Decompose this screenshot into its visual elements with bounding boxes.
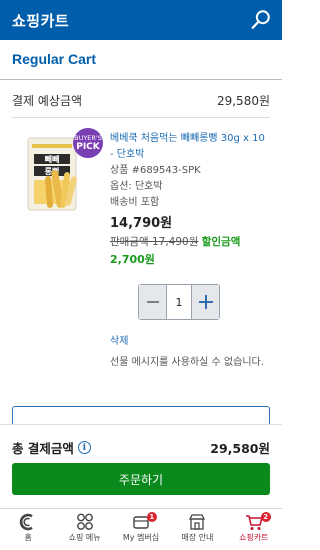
quantity-stepper: 1 bbox=[138, 284, 220, 320]
discount-amount: 2,700원 bbox=[110, 253, 155, 266]
tab-store-info[interactable]: 매장 안내 bbox=[169, 509, 225, 550]
badge-text-bottom: PICK bbox=[76, 142, 101, 152]
product-info: 베베쿡 처음먹는 빼빼롱뻥 30g x 10 - 단호박 상품 #689543-… bbox=[110, 131, 270, 269]
package-text-top: 빼빼 bbox=[45, 154, 60, 164]
quantity-input[interactable]: 1 bbox=[167, 285, 191, 319]
product-name-link[interactable]: 베베쿡 처음먹는 빼빼롱뻥 30g x 10 - 단호박 bbox=[110, 131, 270, 163]
cart-count-badge: 2 bbox=[260, 512, 271, 522]
tab-label: 쇼핑카트 bbox=[239, 533, 269, 542]
grid-icon bbox=[76, 513, 93, 530]
product-image[interactable]: 빼빼 롱뻥 BUYER'S PICK bbox=[20, 126, 104, 214]
shipping-note: 배송비 포함 bbox=[110, 197, 160, 208]
membership-badge: 1 bbox=[146, 512, 157, 522]
bottom-tab-bar: 홈 쇼핑 메뉴 1 My 멤버십 매장 안내 2 쇼핑카트 bbox=[0, 508, 282, 550]
total-row: 총 결제금액 i 29,580원 bbox=[12, 438, 270, 457]
tab-label: 쇼핑 메뉴 bbox=[68, 533, 101, 542]
original-price: 판매금액 17,490원 bbox=[110, 236, 199, 248]
estimate-value: 29,580원 bbox=[216, 94, 270, 108]
estimate-label: 결제 예상금액 bbox=[12, 94, 83, 108]
product-code: 상품 #689543-SPK bbox=[110, 165, 201, 176]
delete-link[interactable]: 삭제 bbox=[110, 332, 128, 347]
top-bar: 쇼핑카트 bbox=[0, 0, 282, 40]
tab-home[interactable]: 홈 bbox=[0, 509, 56, 550]
total-label-group: 총 결제금액 i bbox=[12, 438, 91, 457]
total-value: 29,580원 bbox=[210, 441, 270, 456]
divider bbox=[0, 79, 282, 80]
page-title: 쇼핑카트 bbox=[12, 11, 70, 30]
store-icon bbox=[189, 514, 206, 530]
price-breakdown: 판매금액 17,490원 할인금액 bbox=[110, 233, 270, 251]
estimate-row: 결제 예상금액 29,580원 bbox=[12, 92, 270, 109]
costco-c-icon bbox=[19, 513, 33, 531]
badge-text-top: BUYER'S bbox=[74, 134, 102, 142]
tab-shopping-menu[interactable]: 쇼핑 메뉴 bbox=[56, 509, 112, 550]
tab-shopping-cart[interactable]: 2 쇼핑카트 bbox=[226, 509, 282, 550]
info-icon[interactable]: i bbox=[77, 441, 91, 454]
search-icon[interactable] bbox=[250, 9, 272, 31]
product-price: 14,790원 bbox=[110, 216, 173, 231]
order-summary-panel: 총 결제금액 i 29,580원 주문하기 bbox=[0, 424, 282, 508]
tab-label: My 멤버십 bbox=[122, 533, 160, 542]
total-label: 총 결제금액 bbox=[12, 441, 74, 456]
divider bbox=[12, 117, 270, 118]
minus-icon bbox=[146, 301, 159, 303]
cart-title: Regular Cart bbox=[12, 51, 97, 67]
decrease-quantity-button[interactable] bbox=[139, 285, 167, 319]
discount-label: 할인금액 bbox=[201, 236, 241, 248]
tab-my-membership[interactable]: 1 My 멤버십 bbox=[113, 509, 169, 550]
plus-icon bbox=[198, 295, 213, 309]
tab-label: 매장 안내 bbox=[181, 533, 214, 542]
tab-label: 홈 bbox=[24, 533, 32, 542]
product-option: 옵션: 단호박 bbox=[110, 181, 163, 192]
increase-quantity-button[interactable] bbox=[191, 285, 219, 319]
order-button[interactable]: 주문하기 bbox=[12, 463, 270, 495]
gift-message-notice: 선물 메시지를 사용하실 수 없습니다. bbox=[110, 357, 264, 368]
